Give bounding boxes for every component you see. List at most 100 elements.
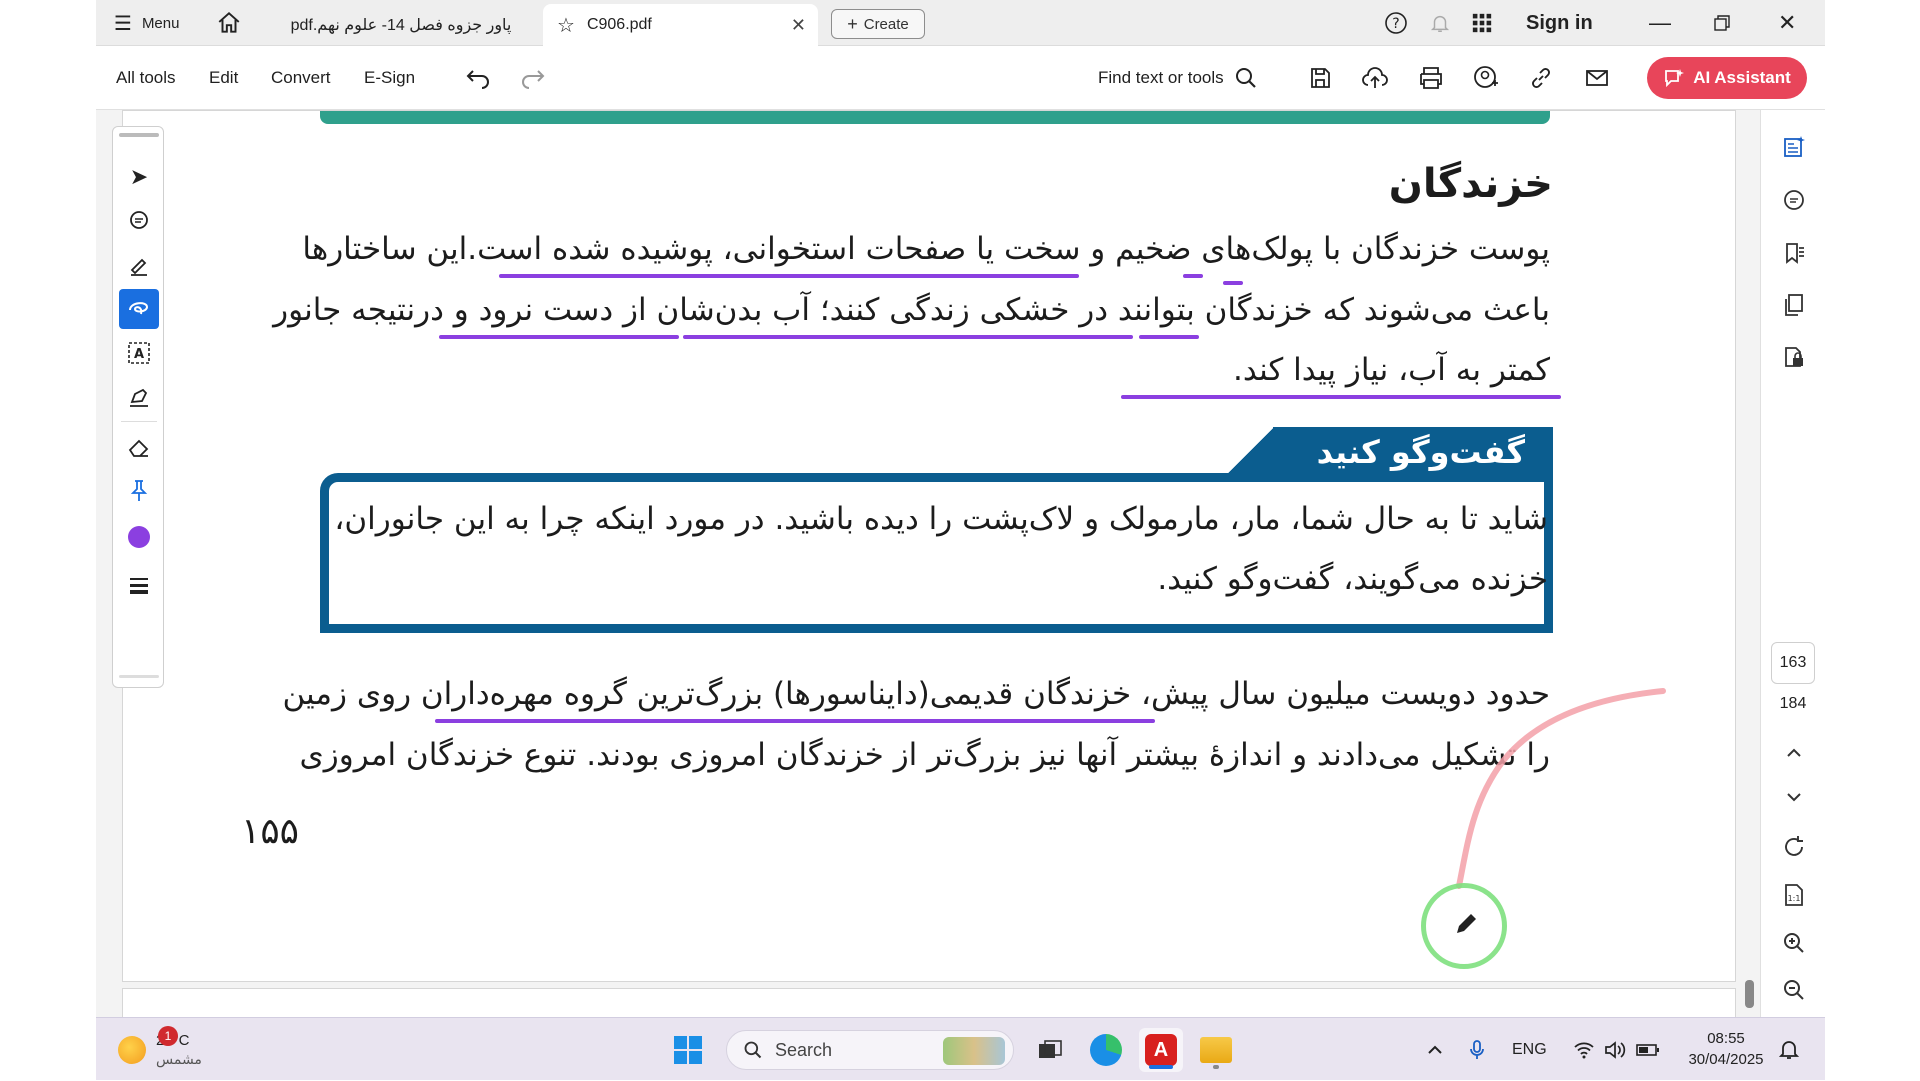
bookmarks-panel-button[interactable] — [1777, 236, 1811, 270]
start-button[interactable] — [666, 1028, 710, 1072]
drag-handle[interactable] — [119, 133, 159, 137]
mail-icon — [1586, 70, 1608, 86]
star-icon[interactable]: ☆ — [557, 13, 575, 38]
apps-button[interactable] — [1471, 0, 1493, 46]
system-clock[interactable]: 08:55 30/04/2025 — [1676, 1028, 1776, 1070]
notification-center[interactable] — [1779, 1018, 1799, 1081]
help-icon: ? — [1385, 12, 1407, 34]
task-view-button[interactable] — [1028, 1028, 1072, 1072]
folder-icon — [1200, 1037, 1232, 1063]
draw-freeform-tool[interactable] — [119, 289, 159, 329]
eraser-tool[interactable] — [119, 427, 159, 467]
pushpin-icon — [130, 480, 148, 501]
select-tool[interactable]: ➤ — [119, 157, 159, 197]
microphone-indicator[interactable] — [1468, 1018, 1486, 1081]
pin-tool[interactable] — [119, 471, 159, 511]
acrobat-app[interactable]: A — [1139, 1028, 1183, 1072]
cursor-arrow-icon: ➤ — [129, 164, 149, 189]
underline-annotation[interactable] — [439, 335, 679, 339]
minimize-button[interactable]: — — [1649, 0, 1671, 46]
acrobat-icon: A — [1145, 1034, 1177, 1066]
undo-button[interactable] — [464, 64, 492, 92]
underline-annotation[interactable] — [1223, 281, 1243, 285]
bell-icon — [1430, 15, 1450, 32]
pen-sign-icon — [130, 388, 148, 407]
edit-button[interactable]: Edit — [209, 46, 238, 110]
vertical-scrollbar[interactable] — [1745, 980, 1754, 1008]
next-page-button[interactable] — [1777, 780, 1811, 814]
color-picker[interactable] — [119, 517, 159, 557]
underline-annotation[interactable] — [1139, 335, 1199, 339]
section-heading: خزندگان — [1388, 161, 1553, 207]
underline-annotation[interactable] — [499, 274, 1079, 278]
weather-widget[interactable]: 1 26°C مشمس — [118, 1018, 202, 1081]
create-button[interactable]: + Create — [831, 9, 925, 39]
volume-indicator[interactable] — [1604, 1018, 1626, 1081]
tab-label: C906.pdf — [586, 16, 652, 33]
home-button[interactable] — [216, 0, 242, 46]
minimize-icon: — — [1649, 10, 1671, 35]
drag-handle-bottom[interactable] — [119, 675, 159, 678]
notifications-button[interactable] — [1429, 0, 1451, 46]
sign-in-button[interactable]: Sign in — [1526, 0, 1593, 46]
tab-c906[interactable]: ☆ C906.pdf ✕ — [543, 4, 818, 46]
wifi-indicator[interactable] — [1574, 1018, 1594, 1081]
edge-app[interactable] — [1084, 1028, 1128, 1072]
copy-link-button[interactable] — [1527, 64, 1555, 92]
show-hidden-icons[interactable] — [1426, 1018, 1444, 1081]
text-box-tool[interactable]: A — [119, 333, 159, 373]
tab-power-jozveh[interactable]: پاور جزوه فصل 14- علوم نهم.pdf — [266, 4, 536, 46]
comment-tool[interactable] — [119, 201, 159, 241]
ai-assistant-button[interactable]: AI Assistant — [1647, 57, 1807, 99]
ink-stroke-annotation[interactable] — [1363, 671, 1703, 931]
sun-icon — [118, 1035, 146, 1064]
comments-panel-button[interactable] — [1777, 184, 1811, 218]
restore-button[interactable] — [1713, 0, 1731, 46]
zoom-in-button[interactable] — [1777, 926, 1811, 960]
print-button[interactable] — [1417, 64, 1445, 92]
document-viewport[interactable]: خزندگان پوست خزندگان با پولک‌های ضخیم و … — [96, 110, 1760, 1028]
undo-icon — [466, 70, 489, 89]
close-tab-icon[interactable]: ✕ — [791, 15, 806, 36]
language-indicator[interactable]: ENG — [1512, 1018, 1547, 1081]
current-page-input[interactable]: 163 — [1771, 642, 1815, 684]
cloud-upload-icon — [1362, 67, 1388, 88]
paragraph-line: باعث می‌شوند که خزندگان بتوانند در خشکی … — [273, 292, 1550, 328]
app-window: ☰ Menu پاور جزوه فصل 14- علوم نهم.pdf ☆ … — [96, 0, 1825, 1080]
file-explorer-app[interactable] — [1194, 1028, 1238, 1072]
text-box-icon: A — [128, 342, 150, 364]
underline-annotation[interactable] — [1121, 395, 1561, 399]
pages-panel-button[interactable] — [1777, 288, 1811, 322]
rotate-button[interactable] — [1777, 830, 1811, 864]
zoom-out-button[interactable] — [1777, 973, 1811, 1007]
weather-description: مشمس — [156, 1050, 202, 1067]
find-text-button[interactable]: Find text or tools — [1098, 46, 1258, 110]
divider — [121, 421, 157, 422]
save-button[interactable] — [1306, 64, 1334, 92]
home-icon — [218, 11, 240, 33]
highlight-tool[interactable] — [119, 245, 159, 285]
all-tools-button[interactable]: All tools — [116, 46, 176, 110]
stroke-width-tool[interactable] — [119, 565, 159, 605]
battery-indicator[interactable] — [1636, 1018, 1660, 1081]
email-button[interactable] — [1583, 64, 1611, 92]
menu-button[interactable]: ☰ Menu — [114, 0, 179, 46]
taskbar-search[interactable]: Search — [726, 1030, 1014, 1070]
close-window-button[interactable]: ✕ — [1778, 0, 1796, 46]
esign-button[interactable]: E-Sign — [364, 46, 415, 110]
redo-button[interactable] — [519, 64, 547, 92]
help-button[interactable]: ? — [1384, 0, 1408, 46]
page-fit-button[interactable]: 1:1 — [1777, 878, 1811, 912]
protect-panel-button[interactable] — [1777, 340, 1811, 374]
sign-tool[interactable] — [119, 377, 159, 417]
share-user-button[interactable] — [1472, 64, 1500, 92]
printer-icon — [1420, 67, 1442, 89]
summary-panel-button[interactable] — [1777, 130, 1811, 164]
convert-button[interactable]: Convert — [271, 46, 331, 110]
fit-page-icon: 1:1 — [1785, 884, 1803, 906]
previous-page-button[interactable] — [1777, 736, 1811, 770]
underline-annotation[interactable] — [683, 335, 1133, 339]
speaker-icon — [1605, 1040, 1626, 1059]
underline-annotation[interactable] — [1183, 274, 1203, 278]
upload-cloud-button[interactable] — [1361, 64, 1389, 92]
